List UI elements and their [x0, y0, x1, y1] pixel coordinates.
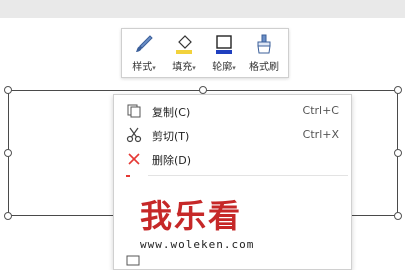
menu-item-label: 复制(C) [152, 106, 191, 119]
format-painter-button[interactable]: 格式刷 [244, 33, 284, 75]
brush-icon [136, 35, 153, 52]
chevron-down-icon: ▾ [232, 64, 236, 72]
menu-item-label: 删除(D) [152, 154, 192, 167]
style-button[interactable]: 样式▾ [124, 33, 164, 75]
fill-button[interactable]: 填充▾ [164, 33, 204, 75]
menu-item-shortcut: Ctrl+C [302, 104, 339, 117]
resize-handle-middle-right[interactable] [394, 149, 402, 157]
menu-item-shortcut: Ctrl+X [302, 128, 339, 141]
scissors-icon [126, 127, 142, 143]
resize-handle-top-middle[interactable] [199, 86, 207, 94]
chevron-down-icon: ▾ [192, 64, 196, 72]
outline-square-icon [216, 35, 232, 54]
delete-x-icon [128, 153, 140, 165]
resize-handle-top-left[interactable] [4, 86, 12, 94]
style-label: 样式 [132, 62, 153, 73]
resize-handle-bottom-right[interactable] [394, 212, 402, 220]
copy-icon [127, 104, 141, 118]
menu-item-icon [126, 255, 140, 266]
top-strip [0, 0, 405, 18]
resize-handle-middle-left[interactable] [4, 149, 12, 157]
fill-label: 填充 [172, 62, 193, 73]
format-painter-icon [257, 34, 271, 54]
outline-button[interactable]: 轮廓▾ [204, 33, 244, 75]
watermark-logo: 我乐看 [140, 197, 243, 235]
resize-handle-bottom-left[interactable] [4, 212, 12, 220]
format-painter-label: 格式刷 [249, 62, 279, 73]
menu-divider [148, 175, 348, 176]
resize-handle-top-right[interactable] [394, 86, 402, 94]
watermark-url: www.woleken.com [140, 238, 255, 251]
menu-item-partial[interactable] [126, 175, 130, 177]
menu-item-cut[interactable]: 剪切(T) Ctrl+X [114, 123, 351, 147]
outline-label: 轮廓 [212, 62, 233, 73]
mini-toolbar: 样式▾ 填充▾ 轮廓▾ 格式刷 [121, 28, 289, 78]
menu-item-delete[interactable]: 删除(D) [114, 147, 351, 171]
menu-item-label: 剪切(T) [152, 130, 190, 143]
fill-bucket-icon [176, 35, 192, 54]
chevron-down-icon: ▾ [152, 64, 156, 72]
menu-item-copy[interactable]: 复制(C) Ctrl+C [114, 99, 351, 123]
